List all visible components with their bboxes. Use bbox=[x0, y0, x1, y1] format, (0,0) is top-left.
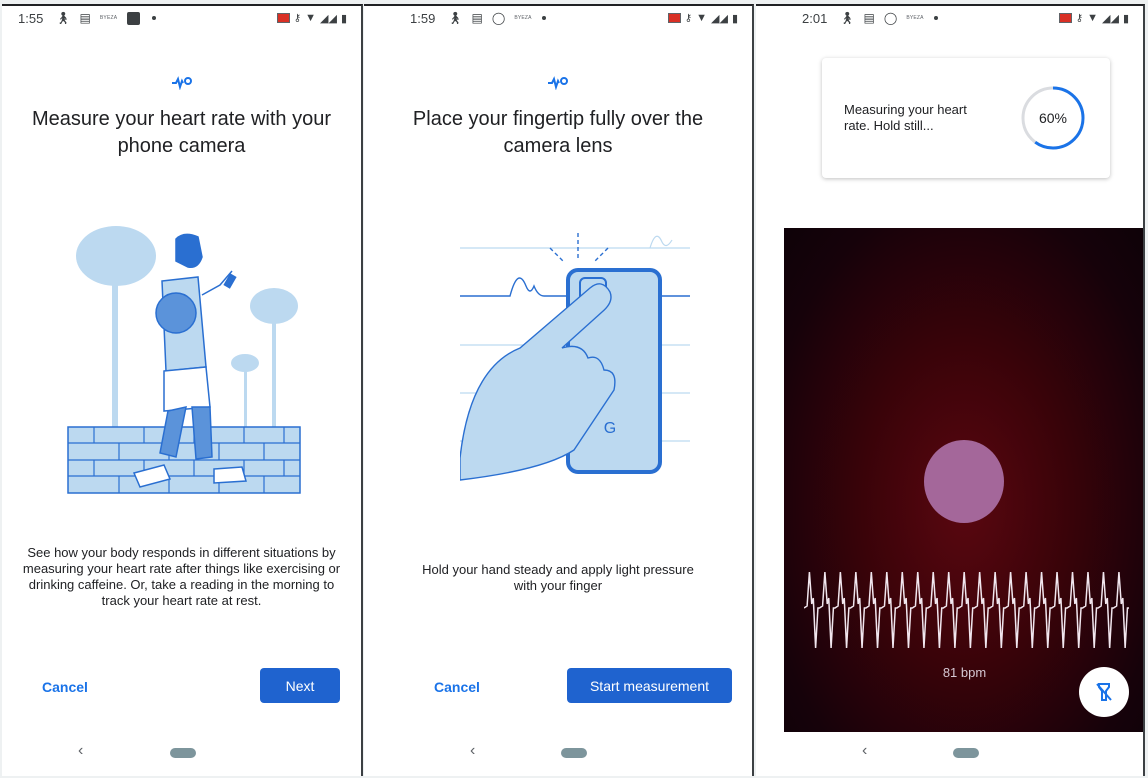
whatsapp-icon: ◯ bbox=[491, 11, 506, 25]
navigation-bar: ‹ bbox=[364, 732, 752, 776]
home-pill[interactable] bbox=[953, 748, 979, 758]
home-pill[interactable] bbox=[561, 748, 587, 758]
vpn-key-icon: ⚷ bbox=[684, 12, 693, 24]
news-icon: ▤ bbox=[863, 11, 875, 25]
app-notification-icon bbox=[127, 11, 141, 25]
walking-man-illustration bbox=[67, 226, 301, 494]
cast-icon bbox=[276, 13, 290, 23]
status-time: 1:55 bbox=[18, 10, 44, 26]
next-button[interactable]: Next bbox=[260, 668, 340, 703]
camera-preview: 81 bpm bbox=[784, 228, 1143, 732]
heart-waveform bbox=[804, 571, 1129, 649]
whatsapp-icon: ◯ bbox=[883, 11, 898, 25]
signal-icon: ◢◢ bbox=[320, 12, 337, 25]
more-notifications-dot bbox=[541, 16, 546, 20]
cast-icon bbox=[1058, 13, 1072, 23]
wifi-icon: ▼ bbox=[1087, 12, 1099, 24]
wifi-icon: ▼ bbox=[696, 12, 708, 24]
measurement-status-card: Measuring your heart rate. Hold still...… bbox=[822, 58, 1110, 178]
battery-icon: ▮ bbox=[1122, 12, 1129, 25]
status-time: 2:01 bbox=[802, 10, 828, 26]
carrier-text: BYEZA bbox=[514, 15, 532, 21]
signal-icon: ◢◢ bbox=[711, 12, 728, 25]
walking-icon: 🚶︎ bbox=[447, 11, 463, 25]
home-pill[interactable] bbox=[170, 748, 196, 758]
news-icon: ▤ bbox=[79, 11, 91, 25]
vpn-key-icon: ⚷ bbox=[293, 12, 302, 24]
flashlight-off-icon bbox=[1096, 683, 1112, 701]
battery-icon: ▮ bbox=[340, 12, 347, 25]
heart-rate-logo-icon bbox=[364, 76, 752, 95]
battery-icon: ▮ bbox=[731, 12, 738, 25]
walking-icon: 🚶︎ bbox=[55, 11, 71, 25]
phone-brand-logo: G bbox=[604, 420, 616, 437]
page-title: Measure your heart rate with your phone … bbox=[31, 108, 332, 157]
intro-description: See how your body responds in different … bbox=[22, 545, 341, 608]
screen-measuring: 2:01 🚶︎ ▤ ◯ BYEZA ⚷ ▼ ◢◢ ▮ Measuring you… bbox=[756, 4, 1145, 776]
heart-rate-logo-icon bbox=[2, 76, 361, 95]
status-bar: 1:55 🚶︎ ▤ BYEZA ⚷ ▼ ◢◢ ▮ bbox=[2, 6, 361, 30]
carrier-text: BYEZA bbox=[99, 15, 118, 21]
cancel-button[interactable]: Cancel bbox=[42, 679, 88, 695]
measuring-message: Measuring your heart rate. Hold still... bbox=[844, 102, 967, 133]
progress-percent-label: 60% bbox=[1038, 110, 1068, 126]
cast-icon bbox=[667, 13, 681, 23]
cancel-button[interactable]: Cancel bbox=[434, 679, 480, 695]
signal-icon: ◢◢ bbox=[1102, 12, 1119, 25]
more-notifications-dot bbox=[933, 16, 938, 20]
waveform-line bbox=[804, 571, 1129, 649]
placement-description: Hold your hand steady and apply light pr… bbox=[422, 562, 694, 593]
status-bar: 1:59 🚶︎ ▤ ◯ BYEZA ⚷ ▼ ◢◢ ▮ bbox=[364, 6, 752, 30]
navigation-bar: ‹ bbox=[756, 732, 1143, 776]
back-icon[interactable]: ‹ bbox=[470, 742, 475, 760]
start-measurement-button[interactable]: Start measurement bbox=[567, 668, 732, 703]
status-time: 1:59 bbox=[410, 10, 436, 26]
screen-finger-placement: 1:59 🚶︎ ▤ ◯ BYEZA ⚷ ▼ ◢◢ ▮ Place your fi… bbox=[364, 4, 754, 776]
finger-on-camera-illustration: G bbox=[460, 233, 690, 481]
carrier-text: BYEZA bbox=[906, 15, 924, 21]
back-icon[interactable]: ‹ bbox=[862, 742, 867, 760]
wifi-icon: ▼ bbox=[305, 12, 317, 24]
flashlight-toggle-button[interactable] bbox=[1079, 667, 1129, 717]
status-bar: 2:01 🚶︎ ▤ ◯ BYEZA ⚷ ▼ ◢◢ ▮ bbox=[756, 6, 1143, 30]
navigation-bar: ‹ bbox=[2, 732, 361, 776]
screen-intro: 1:55 🚶︎ ▤ BYEZA ⚷ ▼ ◢◢ ▮ Measure your he… bbox=[2, 4, 363, 776]
more-notifications-dot bbox=[152, 16, 157, 20]
back-icon[interactable]: ‹ bbox=[78, 742, 83, 760]
fingertip-indicator bbox=[924, 440, 1004, 523]
walking-icon: 🚶︎ bbox=[839, 11, 855, 25]
page-title: Place your fingertip fully over the came… bbox=[412, 108, 704, 157]
news-icon: ▤ bbox=[471, 11, 483, 25]
vpn-key-icon: ⚷ bbox=[1075, 12, 1084, 24]
